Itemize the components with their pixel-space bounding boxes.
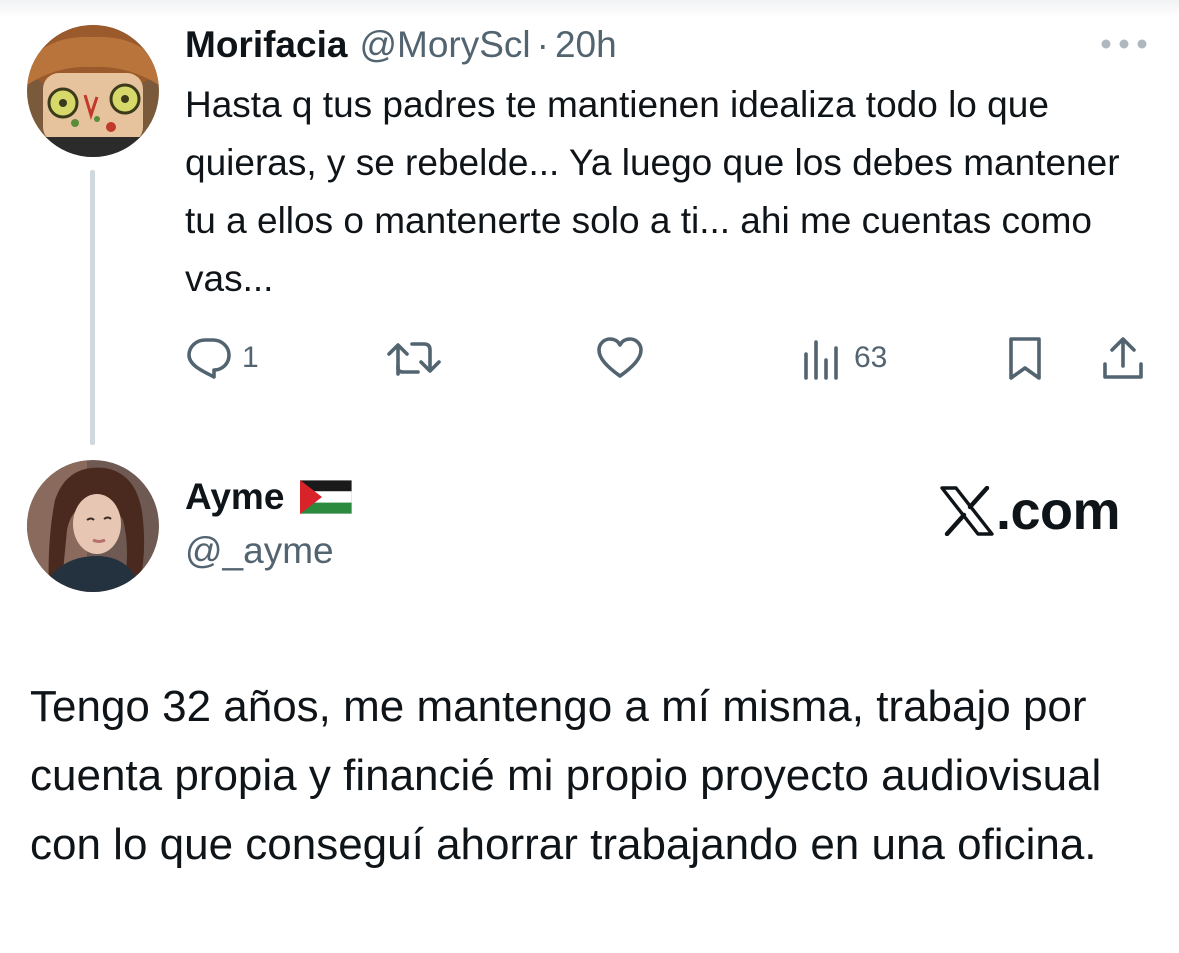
avatar-ayme[interactable] bbox=[27, 460, 159, 592]
author-handle[interactable]: @MoryScl bbox=[359, 24, 530, 66]
retweet-icon bbox=[387, 342, 441, 376]
reply-button[interactable]: 1 bbox=[186, 336, 259, 380]
watermark-text: .com bbox=[996, 481, 1121, 541]
reply-tweet-text: Tengo 32 años, me mantengo a mí misma, t… bbox=[30, 682, 1102, 869]
like-icon bbox=[597, 337, 643, 378]
x-logo-icon bbox=[940, 486, 994, 536]
retweet-button[interactable] bbox=[386, 336, 444, 380]
x-com-watermark: .com bbox=[940, 480, 1121, 542]
author-name[interactable]: Ayme bbox=[185, 476, 284, 518]
tweet-timestamp[interactable]: 20h bbox=[555, 24, 617, 66]
header-separator: · bbox=[536, 24, 549, 65]
views-button[interactable]: 63 bbox=[800, 336, 887, 380]
tweet-text: Hasta q tus padres te mantienen idealiza… bbox=[185, 84, 1120, 299]
palestine-flag-icon bbox=[300, 480, 353, 514]
reply-author-row: Ayme bbox=[185, 476, 353, 518]
avatar-morifacia[interactable] bbox=[27, 25, 159, 157]
avatar-image bbox=[27, 460, 159, 592]
top-edge-shadow bbox=[0, 0, 1179, 18]
author-handle[interactable]: @_ayme bbox=[185, 530, 334, 572]
bookmark-button[interactable] bbox=[1005, 336, 1045, 382]
share-icon bbox=[1103, 337, 1143, 379]
reply-count: 1 bbox=[242, 341, 259, 374]
bookmark-icon bbox=[1009, 337, 1041, 380]
views-count: 63 bbox=[854, 341, 888, 374]
views-icon bbox=[804, 340, 838, 380]
more-icon[interactable] bbox=[1100, 36, 1148, 52]
thread-connector-line bbox=[90, 170, 95, 445]
avatar-image bbox=[27, 25, 159, 157]
like-button[interactable] bbox=[596, 336, 644, 380]
reply-icon bbox=[187, 338, 231, 379]
author-name[interactable]: Morifacia bbox=[185, 24, 347, 66]
share-button[interactable] bbox=[1100, 336, 1146, 382]
tweet-header: Morifacia @MoryScl · 20h bbox=[185, 22, 617, 68]
